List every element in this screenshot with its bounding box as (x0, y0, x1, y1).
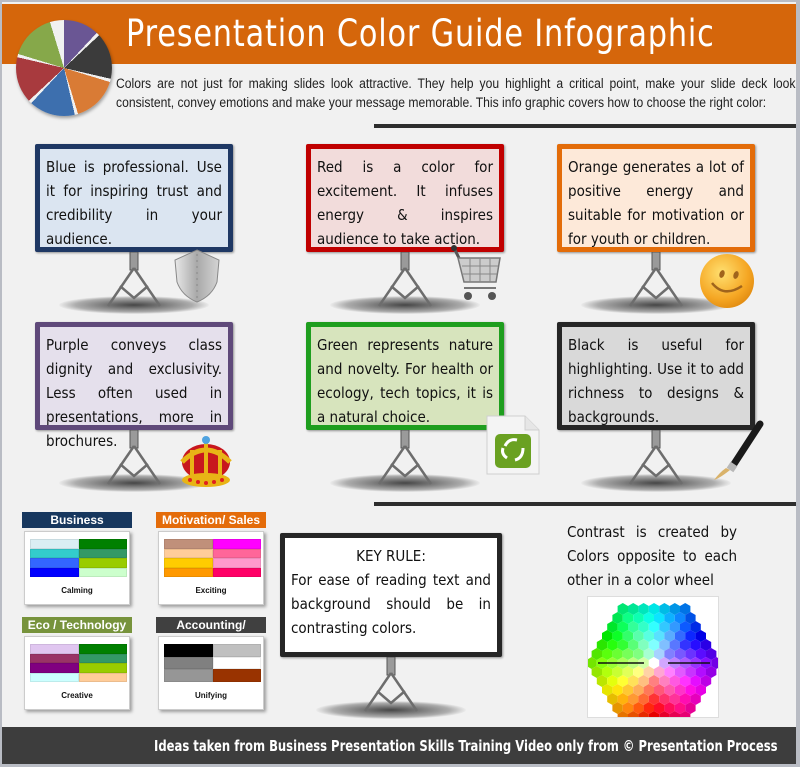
color-swatch (164, 567, 213, 577)
board-blue: Blue is professional. Use it for inspiri… (35, 144, 233, 252)
palette-card: Exciting (158, 531, 264, 605)
paintbrush-icon (714, 420, 764, 480)
tripod-stand-icon (377, 252, 433, 307)
color-swatch (78, 653, 127, 663)
palette-swatches (164, 539, 261, 577)
color-swatch (164, 548, 213, 558)
color-wheel-icon (588, 603, 718, 717)
color-swatch (212, 669, 261, 682)
palette-header: Business (22, 512, 132, 528)
key-rule-heading: KEY RULE: (356, 547, 426, 565)
color-swatch (78, 672, 127, 682)
color-swatch (78, 644, 127, 654)
board-black: Black is useful for highlighting. Use it… (557, 322, 755, 430)
intro-text: Colors are not just for making slides lo… (116, 76, 796, 110)
board-key-rule: KEY RULE: For ease of reading text and b… (280, 533, 502, 657)
tripod-stand-icon (363, 657, 419, 712)
smiley-icon (700, 254, 754, 308)
tripod-stand-icon (106, 430, 162, 485)
color-swatch (30, 672, 79, 682)
color-swatch (212, 558, 261, 568)
footer-credit: Ideas taken from Business Presentation S… (154, 737, 778, 755)
board-red-text: Red is a color for excitement. It infuse… (317, 158, 493, 248)
page-title: Presentation Color Guide Infographic (126, 12, 715, 55)
color-swatch (212, 656, 261, 670)
key-rule-text: For ease of reading text and background … (291, 571, 491, 637)
tripod-stand-icon (377, 430, 433, 485)
palette-card: Creative (24, 636, 130, 710)
palette-card: Calming (24, 531, 130, 605)
color-swatch (212, 644, 261, 657)
shopping-cart-icon (451, 245, 501, 300)
recycle-file-icon (486, 415, 540, 475)
tripod-stand-icon (106, 252, 162, 307)
color-swatch (78, 539, 127, 549)
color-swatch (30, 663, 79, 673)
color-swatch (30, 567, 79, 577)
color-swatch (212, 567, 261, 577)
board-purple: Purple conveys class dignity and exclusi… (35, 322, 233, 450)
palette-label: Unifying (195, 691, 227, 700)
board-blue-text: Blue is professional. Use it for inspiri… (46, 158, 222, 248)
board-orange-text: Orange generates a lot of positive energ… (568, 158, 744, 248)
palette-swatches (30, 644, 127, 682)
pie-chart-logo-icon (16, 20, 112, 116)
color-swatch (78, 567, 127, 577)
palette-swatches (30, 539, 127, 577)
board-orange: Orange generates a lot of positive energ… (557, 144, 755, 252)
shield-icon (174, 249, 220, 303)
board-green: Green represents nature and novelty. For… (306, 322, 504, 430)
contrast-text: Contrast is created by Colors opposite t… (567, 523, 737, 589)
palette-label: Exciting (195, 586, 227, 595)
color-swatch (78, 548, 127, 558)
palette-label: Calming (61, 586, 93, 595)
color-swatch (164, 669, 213, 682)
infographic-page: Presentation Color Guide Infographic Col… (2, 2, 796, 764)
palette-header: Accounting/ (156, 617, 266, 633)
color-swatch (30, 539, 79, 549)
color-wheel-image (587, 596, 719, 718)
color-swatch (30, 558, 79, 568)
color-swatch (78, 663, 127, 673)
color-swatch (164, 539, 213, 549)
color-swatch (212, 548, 261, 558)
color-swatch (164, 644, 213, 657)
color-swatch (78, 558, 127, 568)
color-swatch (212, 539, 261, 549)
color-swatch (30, 653, 79, 663)
divider-top (374, 124, 796, 128)
palette-header: Motivation/ Sales (156, 512, 266, 528)
color-swatch (30, 644, 79, 654)
tripod-stand-icon (628, 430, 684, 485)
palette-label: Creative (61, 691, 93, 700)
palette-header: Eco / Technology (22, 617, 132, 633)
color-swatch (164, 656, 213, 670)
color-swatch (30, 548, 79, 558)
board-green-text: Green represents nature and novelty. For… (317, 336, 493, 426)
board-black-text: Black is useful for highlighting. Use it… (568, 336, 744, 426)
palette-swatches (164, 644, 261, 682)
tripod-stand-icon (628, 252, 684, 307)
divider-middle (374, 502, 796, 506)
board-red: Red is a color for excitement. It infuse… (306, 144, 504, 252)
color-swatch (164, 558, 213, 568)
palette-card: Unifying (158, 636, 264, 710)
crown-icon (180, 436, 232, 487)
